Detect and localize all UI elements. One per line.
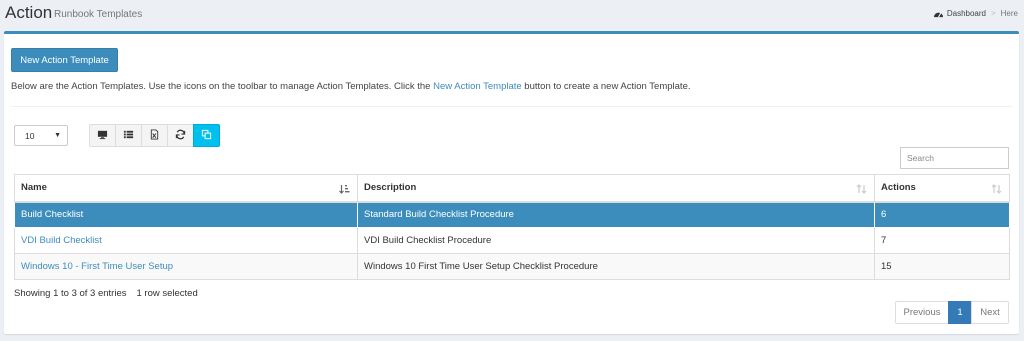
table-row[interactable]: Windows 10 - First Time User Setup Windo… [14,253,1010,280]
description-text: Below are the Action Templates. Use the … [11,81,691,92]
page-size-value: 10 [25,130,35,141]
new-action-template-button[interactable]: New Action Template [11,48,118,72]
column-header-actions[interactable]: Actions [874,174,1010,203]
dashboard-icon [933,9,944,18]
sort-both-icon [856,184,867,194]
table-header-row: Name Description Actions [14,174,1010,203]
cell-description: Standard Build Checklist Procedure [357,201,875,228]
table-toolbar [89,124,220,147]
caret-down-icon: ▼ [54,132,61,139]
sort-ascending-icon [339,185,350,194]
page-title: Action [5,3,53,22]
content-header: Action Runbook Templates Dashboard > Her… [0,0,1024,30]
excel-export-icon [149,128,160,143]
pagination: Previous 1 Next [895,301,1009,324]
pagination-page-1[interactable]: 1 [948,301,972,324]
copy-icon [201,129,212,143]
toolbar-excel-export-button[interactable] [141,124,168,147]
refresh-icon [175,129,186,143]
column-label-name: Name [21,182,47,194]
table-row[interactable]: Build Checklist Standard Build Checklist… [14,201,1010,228]
cell-actions: 6 [874,201,1010,228]
cell-name[interactable]: Build Checklist [14,201,358,228]
row-name-link[interactable]: VDI Build Checklist [21,235,102,246]
new-action-template-link[interactable]: New Action Template [433,81,522,92]
pagination-previous-button[interactable]: Previous [895,301,949,324]
toolbar-copy-button[interactable] [193,124,220,147]
sort-both-icon [991,184,1002,194]
cell-description: VDI Build Checklist Procedure [357,227,875,254]
cell-actions: 7 [874,227,1010,254]
column-header-description[interactable]: Description [357,174,875,203]
breadcrumb-dashboard-link[interactable]: Dashboard [947,9,986,18]
description-suffix: button to create a new Action Template. [521,81,691,92]
description-prefix: Below are the Action Templates. Use the … [11,81,434,92]
cell-name: VDI Build Checklist [14,227,358,254]
page-size-select[interactable]: 10 ▼ [14,125,68,146]
cell-name: Windows 10 - First Time User Setup [14,253,358,280]
toolbar-monitor-button[interactable] [89,124,116,147]
cell-actions: 15 [874,253,1010,280]
column-label-actions: Actions [881,182,916,194]
page-subtitle: Runbook Templates [54,9,143,20]
toolbar-refresh-button[interactable] [167,124,194,147]
column-label-description: Description [364,182,417,194]
pagination-next-button[interactable]: Next [971,301,1009,324]
breadcrumb: Dashboard > Here [933,9,1018,18]
row-name-link[interactable]: Windows 10 - First Time User Setup [21,261,173,272]
monitor-icon [97,129,108,143]
list-icon [123,129,134,143]
search-input[interactable] [900,147,1009,169]
main-box: New Action Template Below are the Action… [4,31,1019,334]
breadcrumb-separator: > [990,9,996,18]
divider [11,106,1012,107]
cell-description: Windows 10 First Time User Setup Checkli… [357,253,875,280]
entries-info: Showing 1 to 3 of 3 entries [14,288,127,299]
toolbar-list-button[interactable] [115,124,142,147]
selection-info: 1 row selected [136,288,198,299]
column-header-name[interactable]: Name [14,174,358,203]
table-info: Showing 1 to 3 of 3 entries 1 row selecte… [14,288,198,299]
breadcrumb-current: Here [1000,9,1018,18]
action-templates-table: Name Description Actions Build Checklist… [14,174,1010,280]
table-row[interactable]: VDI Build Checklist VDI Build Checklist … [14,227,1010,254]
